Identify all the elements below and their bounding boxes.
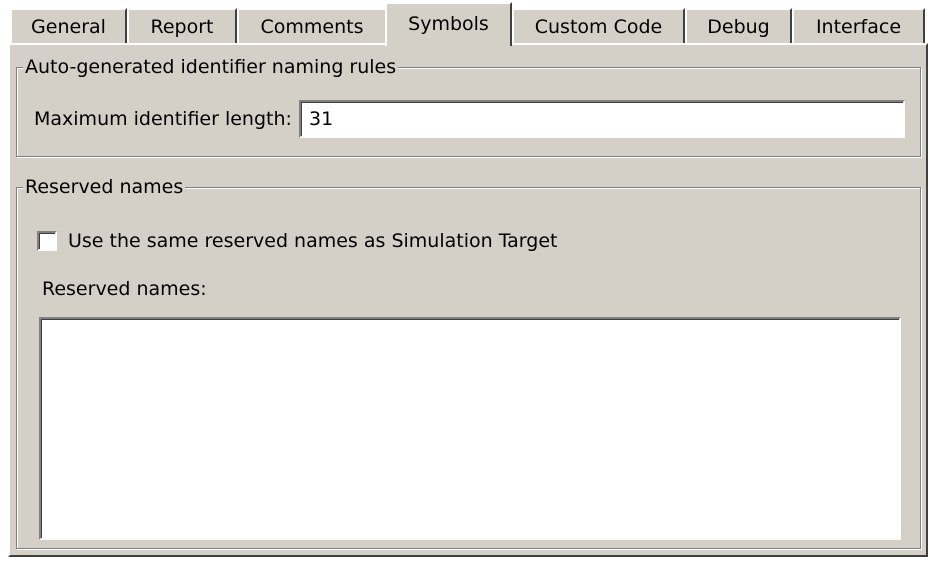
tab-custom-code[interactable]: Custom Code [512,8,685,44]
tab-report[interactable]: Report [127,8,237,44]
reserved-names-group: Reserved names Use the same reserved nam… [16,175,921,549]
tab-general-label: General [31,16,106,38]
naming-rules-group-title: Auto-generated identifier naming rules [23,55,399,79]
tab-general[interactable]: General [10,8,127,44]
reserved-names-group-title: Reserved names [23,175,186,199]
symbols-panel: Auto-generated identifier naming rules M… [8,43,928,557]
tab-comments[interactable]: Comments [237,8,387,44]
reserved-names-textarea[interactable] [39,317,901,540]
tab-custom-code-label: Custom Code [534,16,663,38]
max-identifier-length-label: Maximum identifier length: [34,108,292,130]
naming-rules-group: Auto-generated identifier naming rules M… [16,55,921,157]
tab-debug[interactable]: Debug [685,8,792,44]
same-reserved-names-label[interactable]: Use the same reserved names as Simulatio… [68,229,557,253]
symbols-settings-dialog: General Report Comments Symbols Custom C… [0,0,930,562]
reserved-names-list-label: Reserved names: [42,278,207,300]
tab-strip: General Report Comments Symbols Custom C… [0,0,930,46]
tab-debug-label: Debug [707,16,770,38]
tab-comments-label: Comments [260,16,364,38]
tab-interface-label: Interface [815,16,902,38]
tab-interface[interactable]: Interface [792,8,925,44]
tab-symbols[interactable]: Symbols [385,2,512,46]
tab-report-label: Report [150,16,214,38]
tab-symbols-label: Symbols [408,13,489,35]
same-reserved-names-checkbox[interactable] [37,231,57,251]
max-identifier-length-input[interactable] [299,100,905,138]
